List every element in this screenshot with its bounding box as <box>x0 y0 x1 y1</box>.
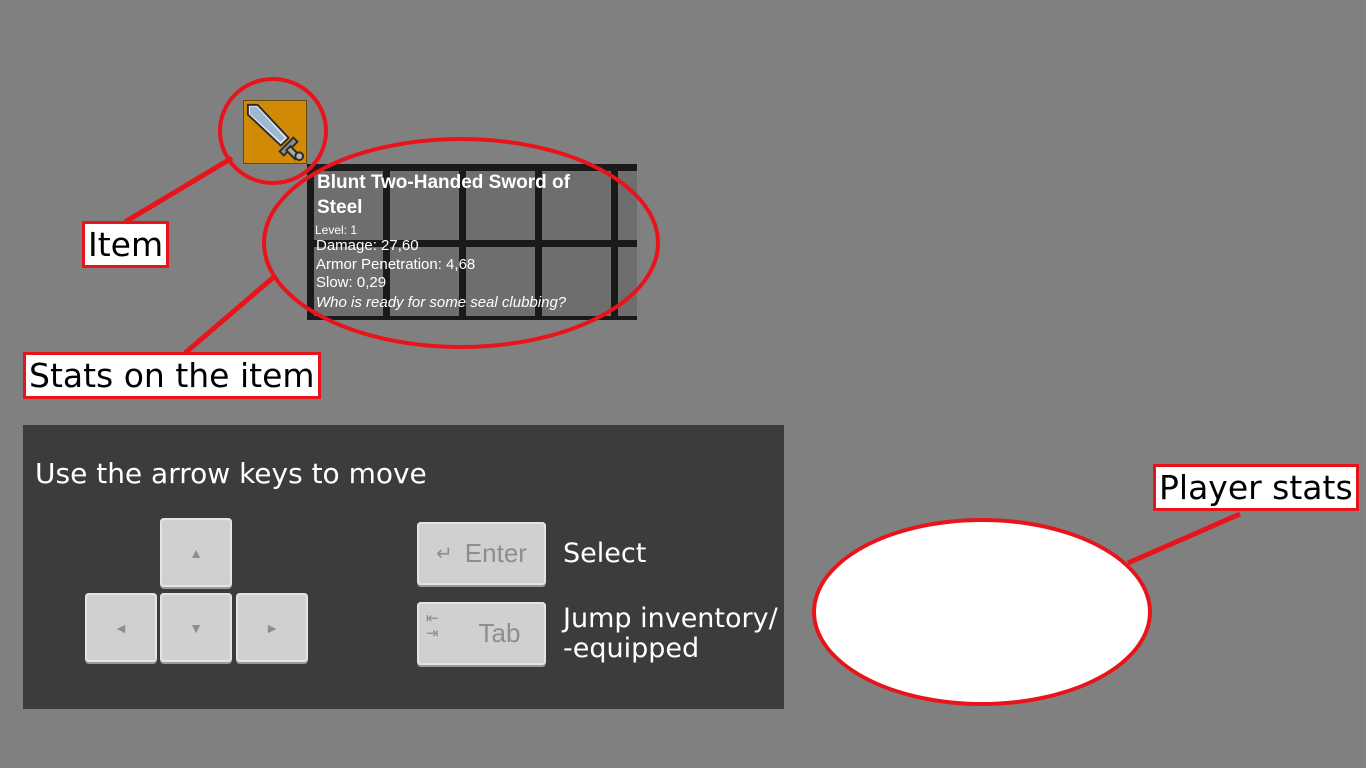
tab-description-line2: -equipped <box>563 633 700 664</box>
item-stat-slow: Slow: 0,29 <box>316 274 387 291</box>
item-stat-armor-penetration: Armor Penetration: 4,68 <box>316 255 476 273</box>
tab-key-label: Tab <box>478 618 521 648</box>
item-stat-damage: Damage: 27,60 <box>316 237 419 254</box>
arrow-left-key[interactable]: ◄ <box>85 593 157 662</box>
item-level: Level: 1 <box>315 223 358 237</box>
sword-icon <box>246 103 305 162</box>
item-slot[interactable] <box>243 100 307 164</box>
tab-arrows-icon: ⇤ ⇥ <box>426 610 439 642</box>
item-name: Blunt Two-Handed Sword of Steel <box>317 172 570 218</box>
arrow-up-key[interactable]: ▲ <box>160 518 232 587</box>
tab-key[interactable]: ⇤ ⇥ Tab <box>417 602 546 665</box>
enter-arrow-icon: ↵ <box>436 543 453 565</box>
enter-key[interactable]: ↵ Enter <box>417 522 546 585</box>
player-stats-area <box>812 518 1152 706</box>
tab-description-line1: Jump inventory/ <box>563 603 778 634</box>
controls-title: Use the arrow keys to move <box>35 457 427 490</box>
stats-connector-line <box>183 274 277 355</box>
stats-callout: Stats on the item <box>23 352 321 399</box>
item-tooltip: Blunt Two-Handed Sword of Steel Level: 1… <box>307 164 637 320</box>
item-flavor-text: Who is ready for some seal clubbing? <box>316 293 567 311</box>
item-callout: Item <box>82 221 170 268</box>
player-stats-callout: Player stats <box>1153 464 1359 511</box>
item-connector-line <box>123 155 234 225</box>
arrow-right-key[interactable]: ► <box>236 593 308 662</box>
player-stats-connector-line <box>1126 511 1242 566</box>
enter-description: Select <box>563 538 647 569</box>
enter-key-label: Enter <box>464 538 527 568</box>
controls-panel: Use the arrow keys to move ▲ ◄ ▼ ► ↵ Ent… <box>23 425 784 709</box>
arrow-down-key[interactable]: ▼ <box>160 593 232 662</box>
